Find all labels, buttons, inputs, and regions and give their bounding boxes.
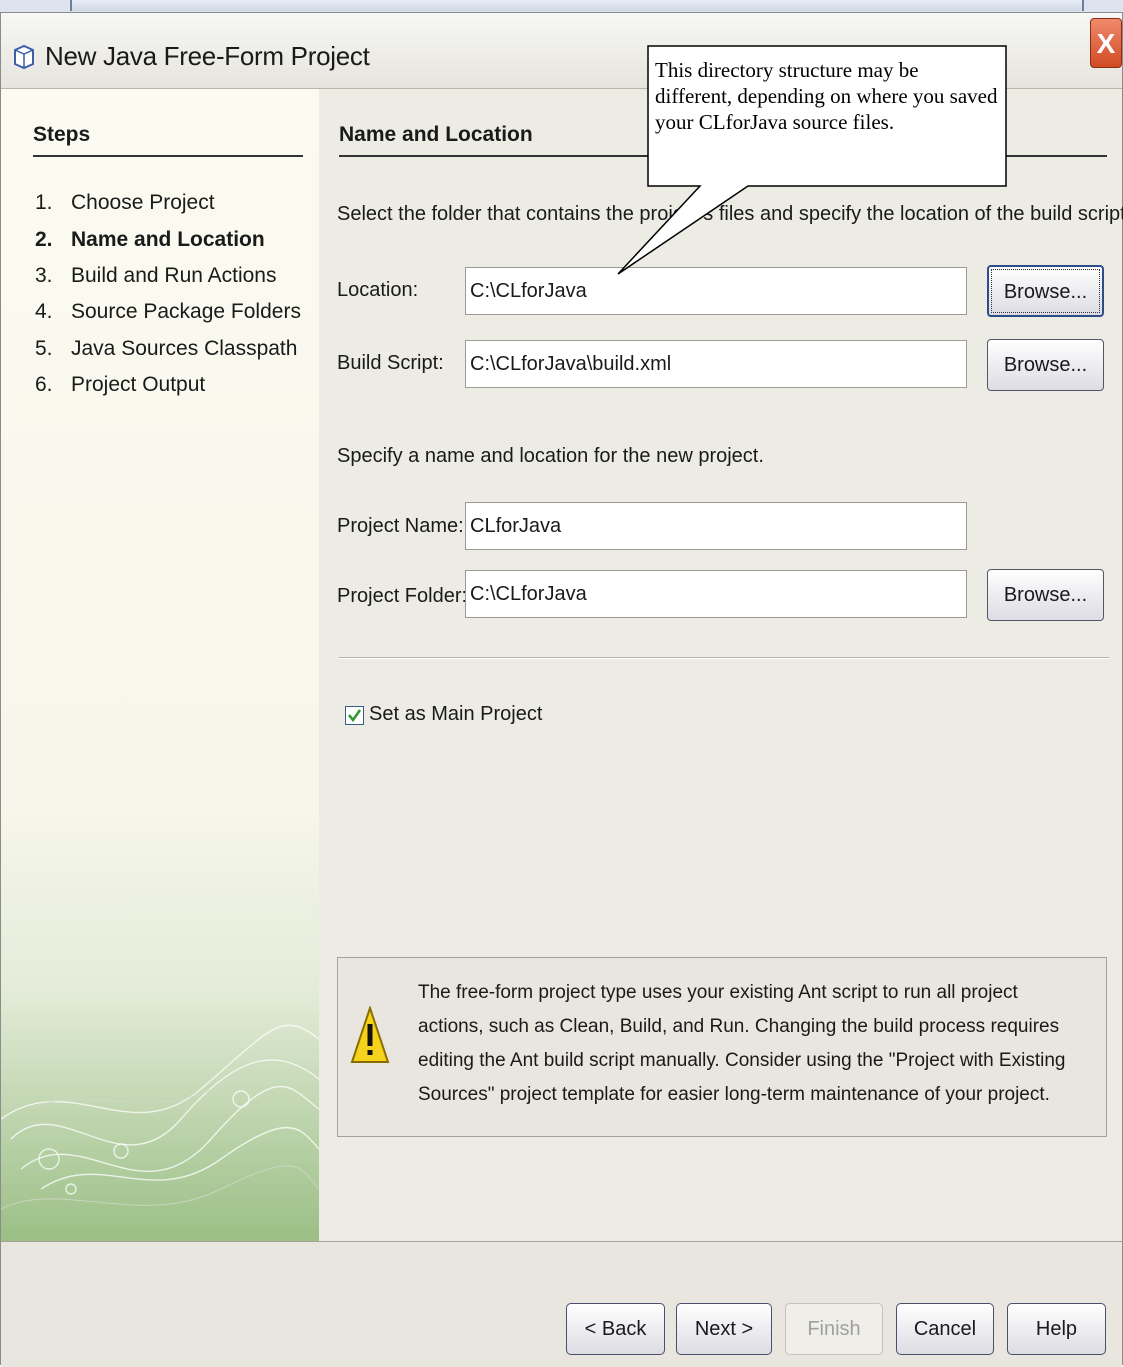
section-title: Name and Location bbox=[339, 123, 533, 146]
content-panel: Name and Location Select the folder that… bbox=[319, 89, 1123, 1241]
main-project-label[interactable]: Set as Main Project bbox=[369, 703, 542, 726]
project-folder-input[interactable]: C:\CLforJava bbox=[465, 570, 967, 618]
dialog-window: New Java Free-Form Project X Steps 1. Cho… bbox=[0, 12, 1123, 1367]
project-name-input[interactable]: CLforJava bbox=[465, 502, 967, 550]
step-item-source-package-folders: 4. Source Package Folders bbox=[35, 300, 301, 323]
step-item-project-output: 6. Project Output bbox=[35, 373, 206, 396]
browse-project-folder-button[interactable]: Browse... bbox=[987, 569, 1104, 621]
step-item-build-and-run-actions: 3. Build and Run Actions bbox=[35, 264, 277, 287]
java-project-icon bbox=[14, 44, 34, 70]
cancel-button[interactable]: Cancel bbox=[896, 1303, 994, 1355]
next-button[interactable]: Next > bbox=[676, 1303, 772, 1355]
horizontal-separator bbox=[339, 657, 1109, 659]
browse-build-script-button[interactable]: Browse... bbox=[987, 339, 1104, 391]
warning-text: The free-form project type uses your exi… bbox=[418, 982, 1066, 1105]
project-name-label: Project Name: bbox=[337, 515, 464, 537]
project-folder-label: Project Folder: bbox=[337, 585, 468, 607]
help-button[interactable]: Help bbox=[1007, 1303, 1106, 1355]
step-item-name-and-location: 2. Name and Location bbox=[35, 228, 265, 251]
back-button[interactable]: < Back bbox=[566, 1303, 665, 1355]
background-window-edge bbox=[70, 0, 1084, 11]
close-button[interactable]: X bbox=[1090, 18, 1122, 68]
instruction-text: Select the folder that contains the proj… bbox=[337, 203, 1123, 225]
warning-icon bbox=[350, 1006, 390, 1063]
step-item-java-sources-classpath: 5. Java Sources Classpath bbox=[35, 337, 298, 360]
decorative-swirl-graphic bbox=[1, 1024, 319, 1210]
window-title: New Java Free-Form Project bbox=[45, 41, 370, 71]
warning-panel: The free-form project type uses your exi… bbox=[337, 957, 1107, 1137]
steps-divider bbox=[33, 155, 303, 157]
steps-panel: Steps 1. Choose Project 2. Name and Locati… bbox=[1, 89, 319, 1241]
main-project-checkbox[interactable] bbox=[345, 706, 364, 725]
instruction-text-2: Specify a name and location for the new … bbox=[337, 445, 764, 467]
checkmark-icon bbox=[347, 709, 362, 723]
section-divider bbox=[339, 155, 1107, 157]
steps-heading: Steps bbox=[33, 123, 91, 146]
location-input[interactable]: C:\CLforJava bbox=[465, 267, 967, 315]
build-script-label: Build Script: bbox=[337, 352, 444, 374]
finish-button: Finish bbox=[785, 1303, 883, 1355]
location-label: Location: bbox=[337, 279, 419, 301]
build-script-input[interactable]: C:\CLforJava\build.xml bbox=[465, 340, 967, 388]
browse-location-button[interactable]: Browse... bbox=[987, 265, 1104, 317]
callout-text: This directory structure may be differen… bbox=[655, 58, 998, 134]
step-item-choose-project: 1. Choose Project bbox=[35, 191, 215, 214]
